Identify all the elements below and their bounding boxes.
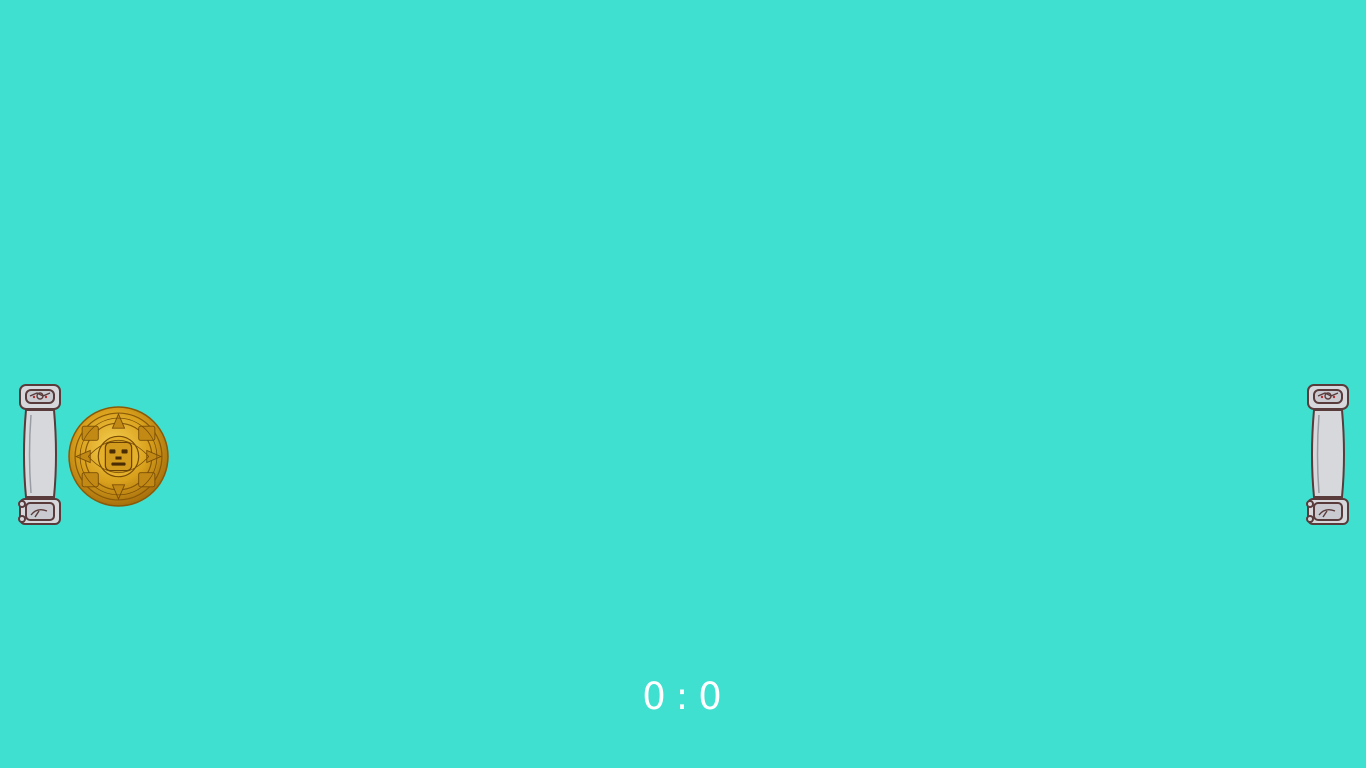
right-paddle-pillar-icon xyxy=(1306,384,1349,525)
scoreboard: 0:0 xyxy=(583,672,783,722)
score-left: 0 xyxy=(642,675,668,718)
score-right: 0 xyxy=(698,675,724,718)
score-separator: : xyxy=(675,675,691,718)
left-paddle-pillar-icon[interactable] xyxy=(17,383,63,527)
ball-mayan-calendar-icon xyxy=(68,406,169,507)
